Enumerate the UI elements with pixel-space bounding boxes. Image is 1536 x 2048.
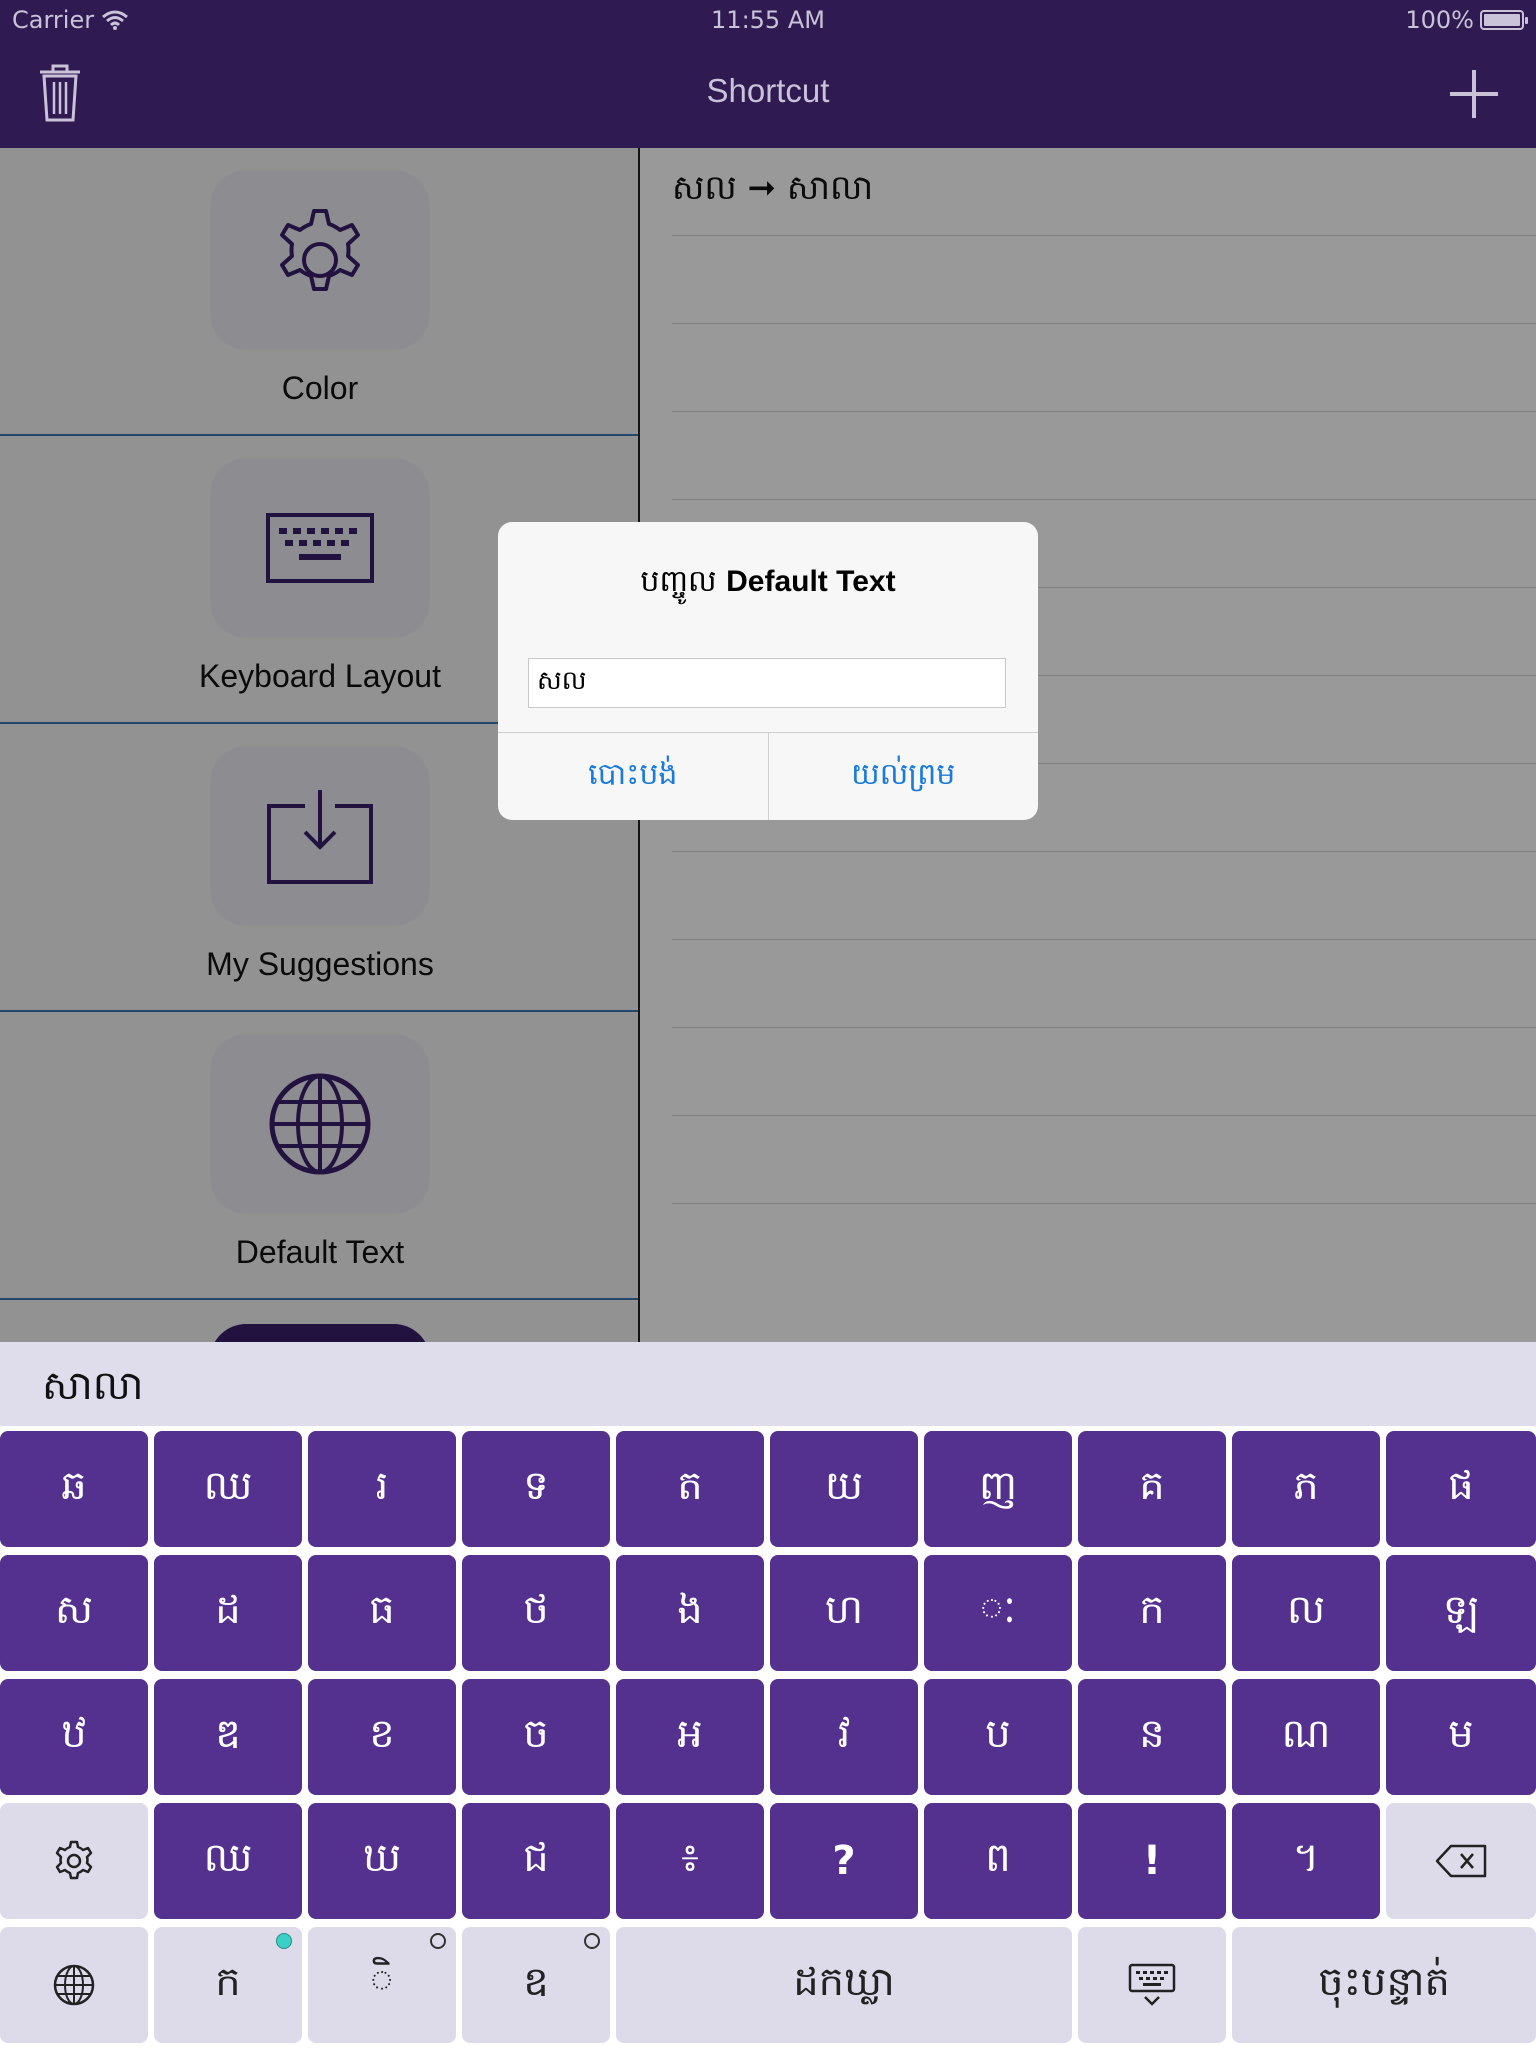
key[interactable]: ផ: [1386, 1431, 1536, 1547]
clock: 11:55 AM: [711, 6, 825, 34]
key[interactable]: ក: [1078, 1555, 1226, 1671]
key[interactable]: ឡ: [1386, 1555, 1536, 1671]
key[interactable]: ខ: [308, 1679, 456, 1795]
key-label: ឧ: [523, 1958, 549, 2005]
alert-title: បញ្ចូល Default Text: [498, 562, 1038, 606]
key[interactable]: ន: [1078, 1679, 1226, 1795]
key-label: ិ: [370, 1958, 394, 2005]
key[interactable]: ច: [462, 1679, 610, 1795]
suggestion-item[interactable]: សាលា: [42, 1360, 144, 1419]
dismiss-keyboard-key[interactable]: [1078, 1927, 1226, 2043]
key[interactable]: ដ: [154, 1555, 302, 1671]
key[interactable]: ឌ: [154, 1679, 302, 1795]
key[interactable]: ស: [0, 1555, 148, 1671]
plus-icon[interactable]: [1448, 68, 1500, 120]
key[interactable]: ?: [770, 1803, 918, 1919]
key[interactable]: ។: [1232, 1803, 1380, 1919]
active-indicator-dot: [276, 1933, 292, 1949]
consonant-key[interactable]: ក: [154, 1927, 302, 2043]
key[interactable]: ឈ: [154, 1803, 302, 1919]
alert-button-row: បោះបង់ យល់ព្រម: [498, 732, 1038, 820]
key[interactable]: ម: [1386, 1679, 1536, 1795]
cancel-button[interactable]: បោះបង់: [498, 733, 768, 820]
inactive-indicator-dot: [430, 1933, 446, 1949]
vowel-key[interactable]: ឧ: [462, 1927, 610, 2043]
key[interactable]: ញ: [924, 1431, 1072, 1547]
key[interactable]: គ: [1078, 1431, 1226, 1547]
key[interactable]: ភ: [1232, 1431, 1380, 1547]
battery-indicator: 100%: [1405, 6, 1528, 34]
nav-bar: Shortcut: [0, 40, 1536, 148]
key[interactable]: យ: [770, 1431, 918, 1547]
key[interactable]: ៈ: [924, 1555, 1072, 1671]
ok-button[interactable]: យល់ព្រម: [767, 733, 1039, 820]
key[interactable]: ថ: [462, 1555, 610, 1671]
globe-key[interactable]: [0, 1927, 148, 2043]
default-text-alert: បញ្ចូល Default Text បោះបង់ យល់ព្រម: [498, 522, 1038, 820]
alert-title-prefix: បញ្ចូល: [640, 564, 717, 599]
key[interactable]: ធ: [308, 1555, 456, 1671]
key[interactable]: រ: [308, 1431, 456, 1547]
key[interactable]: ព: [924, 1803, 1072, 1919]
page-title: Shortcut: [706, 72, 830, 109]
khmer-keyboard: ឆ ឈ រ ទ ត យ ញ គ ភ ផ ស ដ ធ ថ ង ហ ៈ ក ល ឡ …: [0, 1426, 1536, 2048]
key[interactable]: ជ: [462, 1803, 610, 1919]
key[interactable]: ៖: [616, 1803, 764, 1919]
key[interactable]: ល: [1232, 1555, 1380, 1671]
gear-icon: [55, 1840, 93, 1880]
status-bar: Carrier 11:55 AM 100%: [0, 0, 1536, 40]
backspace-key[interactable]: [1386, 1803, 1536, 1919]
keyboard-settings-key[interactable]: [0, 1803, 148, 1919]
battery-icon: [1480, 10, 1528, 30]
key[interactable]: ឈ: [154, 1431, 302, 1547]
key[interactable]: ង: [616, 1555, 764, 1671]
key[interactable]: ប: [924, 1679, 1072, 1795]
key[interactable]: ឆ: [0, 1431, 148, 1547]
key[interactable]: ឋ: [0, 1679, 148, 1795]
backspace-icon: [1435, 1844, 1487, 1878]
key[interactable]: !: [1078, 1803, 1226, 1919]
key-label: ក: [215, 1958, 241, 2005]
battery-percent: 100%: [1405, 6, 1474, 34]
space-key[interactable]: ដកឃ្លា: [616, 1927, 1072, 2043]
key[interactable]: ត: [616, 1431, 764, 1547]
key[interactable]: អ: [616, 1679, 764, 1795]
inactive-indicator-dot: [584, 1933, 600, 1949]
default-text-input[interactable]: [528, 658, 1006, 708]
key[interactable]: ទ: [462, 1431, 610, 1547]
key[interactable]: ហ: [770, 1555, 918, 1671]
key[interactable]: ឃ: [308, 1803, 456, 1919]
suggestion-bar: សាលា: [0, 1342, 1536, 1426]
vowel-mark-key[interactable]: ិ: [308, 1927, 456, 2043]
key[interactable]: វ: [770, 1679, 918, 1795]
globe-icon: [53, 1964, 95, 2006]
alert-title-bold: Default Text: [726, 565, 896, 598]
key[interactable]: ណ: [1232, 1679, 1380, 1795]
return-key[interactable]: ចុះបន្ទាត់: [1232, 1927, 1536, 2043]
keyboard-dismiss-icon: [1128, 1963, 1176, 2006]
